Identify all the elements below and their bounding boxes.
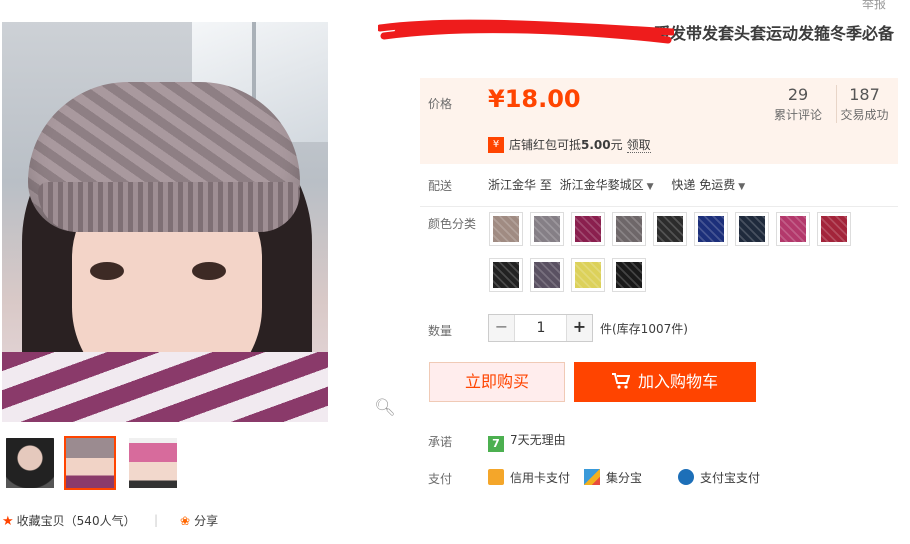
reviews-stat[interactable]: 29 累计评论 (772, 85, 824, 123)
coupon-icon: ¥ (488, 137, 504, 153)
color-swatch[interactable] (653, 212, 687, 246)
report-link[interactable]: 举报 (862, 0, 886, 12)
promise-item[interactable]: 7 7天无理由 (488, 432, 566, 452)
color-swatch[interactable] (489, 212, 523, 246)
quantity-stepper: − + (488, 314, 593, 342)
add-to-cart-label: 加入购物车 (637, 372, 718, 391)
thumb-1[interactable] (6, 438, 54, 488)
color-swatch-image (493, 262, 519, 288)
payment-credit-card-label: 信用卡支付 (510, 471, 571, 485)
jifenbao-icon (584, 469, 600, 485)
shipping-destination[interactable]: 浙江金华婺城区 ▼ (560, 178, 654, 192)
color-swatch[interactable] (571, 258, 605, 292)
currency-symbol: ¥ (488, 85, 505, 113)
share-label: 分享 (194, 514, 219, 528)
color-swatch[interactable] (735, 212, 769, 246)
shipping-destination-label: 浙江金华婺城区 (559, 178, 644, 192)
sales-label: 交易成功 (840, 108, 889, 122)
shipping-method-label: 快递 免运费 (671, 178, 736, 192)
sales-count: 187 (849, 85, 880, 104)
alipay-icon (678, 469, 694, 485)
redaction-scribble (378, 19, 674, 44)
color-swatch[interactable] (817, 212, 851, 246)
coupon-text-pre: 店铺红包可抵 (509, 138, 582, 152)
coupon-row: ¥ 店铺红包可抵5.00元 领取 (488, 137, 651, 153)
color-swatch-image (534, 216, 560, 242)
chevron-down-icon: ▼ (646, 182, 654, 192)
color-swatch-image (616, 262, 642, 288)
favorite-count: （540人气） (64, 514, 136, 528)
quantity-label: 数量 (428, 324, 453, 338)
chevron-down-icon: ▼ (738, 182, 746, 192)
color-swatch-image (698, 216, 724, 242)
promise-label: 承诺 (428, 435, 453, 449)
share-button[interactable]: ❀ 分享 (180, 512, 218, 530)
color-swatch-image (739, 216, 765, 242)
quantity-decrease-button[interactable]: − (489, 315, 515, 341)
color-swatch-image (616, 216, 642, 242)
thumb-2[interactable] (64, 436, 116, 490)
share-icon: ❀ (180, 514, 191, 528)
reviews-label: 累计评论 (773, 108, 822, 122)
color-swatch[interactable] (530, 212, 564, 246)
seven-day-return-icon: 7 (488, 436, 504, 452)
color-label: 颜色分类 (428, 217, 477, 231)
product-main-image[interactable] (2, 22, 328, 422)
price-label: 价格 (428, 97, 453, 111)
color-swatch[interactable] (489, 258, 523, 292)
star-icon: ★ (2, 514, 14, 529)
add-to-cart-button[interactable]: 加入购物车 (574, 362, 756, 402)
price-value: ¥18.00 (488, 85, 581, 113)
color-swatch[interactable] (694, 212, 728, 246)
reviews-count: 29 (787, 85, 809, 104)
color-swatch-image (534, 262, 560, 288)
product-title-text: 暖发带发套头套运动发箍冬季必备 (654, 24, 895, 43)
payment-credit-card[interactable]: 信用卡支付 (488, 469, 570, 486)
quantity-input[interactable] (516, 315, 566, 341)
quantity-increase-button[interactable]: + (566, 315, 592, 341)
color-swatch-image (821, 216, 847, 242)
payment-alipay[interactable]: 支付宝支付 (678, 469, 760, 486)
color-swatch-image (657, 216, 683, 242)
color-swatch[interactable] (612, 212, 646, 246)
payment-jifenbao-label: 集分宝 (606, 471, 643, 485)
coupon-text-post: 元 (610, 138, 623, 152)
price-amount: 18.00 (504, 85, 581, 113)
promise-text: 7天无理由 (510, 433, 566, 447)
credit-card-icon (488, 469, 504, 485)
shipping-from: 浙江金华 至 (488, 178, 552, 192)
favorite-button[interactable]: ★ 收藏宝贝（540人气） (2, 512, 136, 530)
color-swatch-image (575, 262, 601, 288)
cart-icon (611, 373, 631, 389)
stock-info: 件(库存1007件) (600, 322, 688, 336)
payment-jifenbao[interactable]: 集分宝 (584, 469, 642, 486)
color-swatch[interactable] (571, 212, 605, 246)
divider (420, 206, 898, 207)
color-swatch-image (575, 216, 601, 242)
shipping-info: 浙江金华 至 浙江金华婺城区 ▼ 快递 免运费 ▼ (488, 176, 745, 193)
coupon-claim-link[interactable]: 领取 (626, 138, 651, 153)
color-swatch[interactable] (530, 258, 564, 292)
shipping-label: 配送 (428, 179, 453, 193)
color-swatch[interactable] (776, 212, 810, 246)
shipping-method[interactable]: 快递 免运费 ▼ (671, 178, 745, 192)
payment-label: 支付 (428, 472, 453, 486)
action-separator: | (154, 513, 159, 527)
favorite-label: 收藏宝贝 (16, 514, 65, 528)
color-swatch-image (493, 216, 519, 242)
sales-stat: 187 交易成功 (836, 85, 892, 123)
thumb-3[interactable] (129, 438, 177, 488)
payment-alipay-label: 支付宝支付 (700, 471, 761, 485)
buy-now-button[interactable]: 立即购买 (429, 362, 565, 402)
color-swatch-image (780, 216, 806, 242)
magnifier-icon[interactable]: 🔍︎ (370, 394, 400, 422)
color-swatch[interactable] (612, 258, 646, 292)
coupon-amount: 5.00 (581, 138, 611, 152)
